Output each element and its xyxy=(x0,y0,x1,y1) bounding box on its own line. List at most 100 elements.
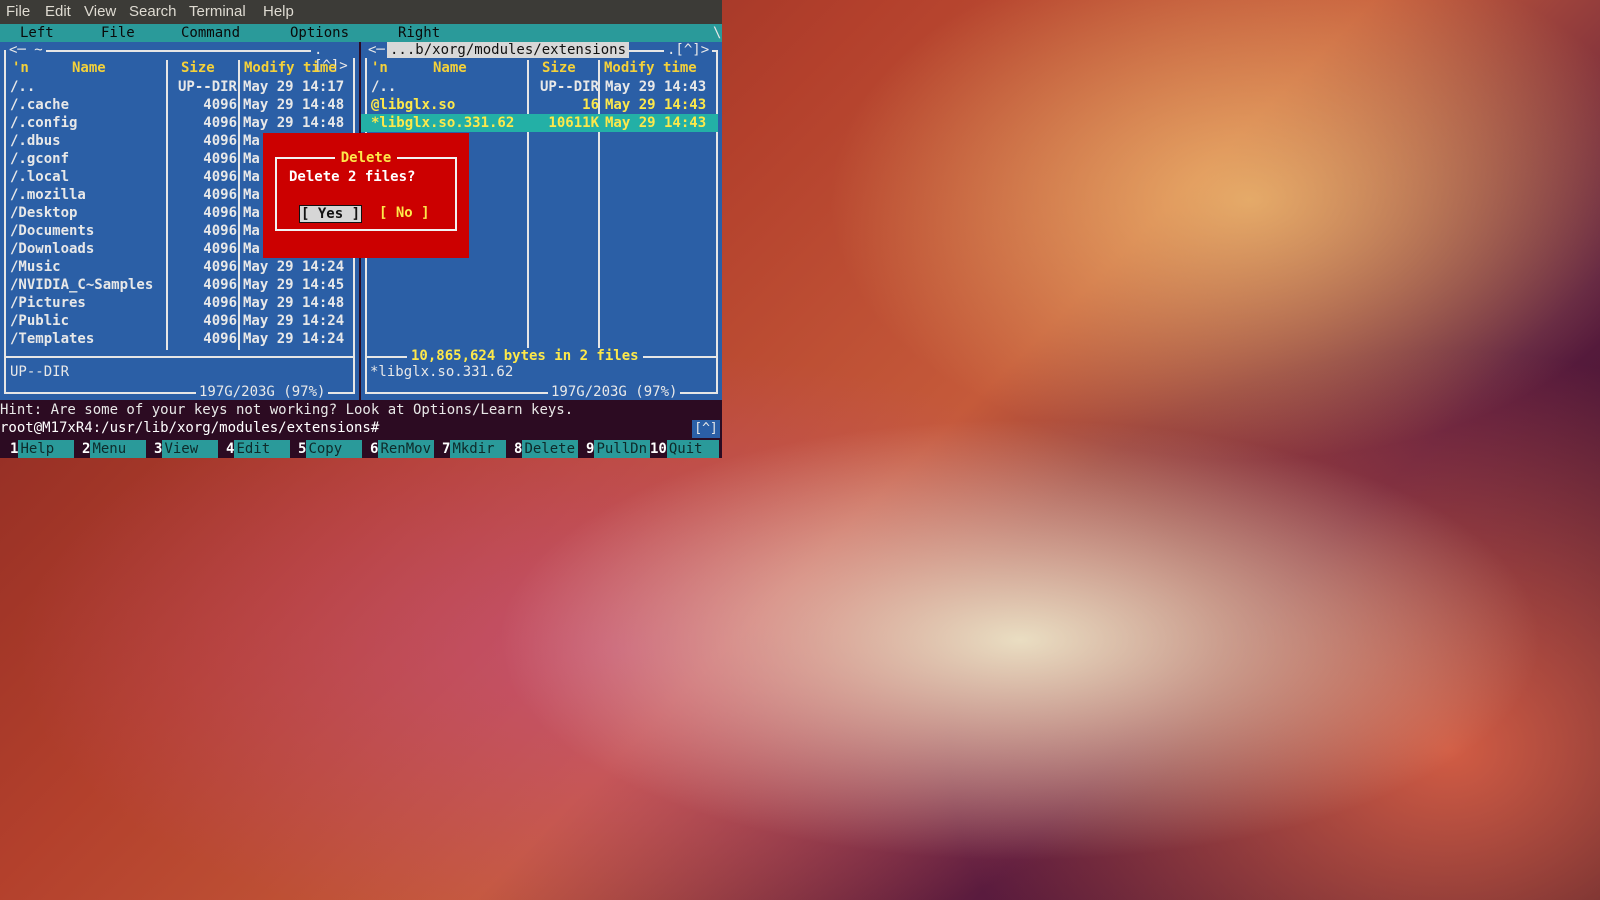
fkey-edit[interactable]: 4 Edit xyxy=(226,440,291,458)
column-header-mtime[interactable]: Modify time xyxy=(604,60,697,76)
column-header-name[interactable]: Name xyxy=(433,60,467,76)
file-row[interactable]: /.cache 4096 May 29 14:48 xyxy=(0,96,355,114)
column-header-mtime[interactable]: Modify time xyxy=(244,60,337,76)
file-size: 10611K xyxy=(548,115,599,131)
fkey-label: PullDn xyxy=(594,440,651,458)
file-name: /.gconf xyxy=(10,151,70,167)
file-row[interactable]: /NVIDIA_C~Samples 4096 May 29 14:45 xyxy=(0,276,355,294)
fkey-number: 1 xyxy=(10,441,19,457)
file-mtime: Ma xyxy=(243,151,260,167)
yes-button[interactable]: [ Yes ] xyxy=(299,205,363,223)
fkey-label: Quit xyxy=(666,440,719,458)
fkey-label: View xyxy=(162,440,219,458)
file-mtime: Ma xyxy=(243,205,260,221)
right-panel-arrow: <─ xyxy=(365,42,388,58)
file-mtime: May 29 14:24 xyxy=(243,313,345,329)
menu-search[interactable]: Search xyxy=(129,3,177,20)
file-row[interactable]: /.config 4096 May 29 14:48 xyxy=(0,114,355,132)
file-mtime: May 29 14:48 xyxy=(243,97,345,113)
delete-dialog: Delete Delete 2 files? [ Yes ] [ No ] xyxy=(263,133,469,258)
fkey-number: 4 xyxy=(226,441,235,457)
fkey-quit[interactable]: 10 Quit xyxy=(650,440,719,458)
left-panel-history[interactable]: .[^]> xyxy=(311,42,359,74)
file-mtime: Ma xyxy=(243,187,260,203)
file-mtime: May 29 14:43 xyxy=(605,79,707,95)
fkey-label: Menu xyxy=(90,440,147,458)
left-status-line: UP--DIR xyxy=(10,364,70,380)
file-mtime: May 29 14:43 xyxy=(605,97,707,113)
file-mtime: May 29 14:45 xyxy=(243,277,345,293)
fkey-number: 9 xyxy=(586,441,595,457)
fkey-number: 3 xyxy=(154,441,163,457)
fkey-number: 7 xyxy=(442,441,451,457)
file-name: *libglx.so.331.62 xyxy=(371,115,515,131)
mc-menu-left[interactable]: Left xyxy=(20,25,54,41)
file-size: 4096 xyxy=(203,259,237,275)
sort-indicator[interactable]: 'n xyxy=(371,60,388,76)
mc-menubar: Left File Command Options Right \ xyxy=(0,24,722,42)
right-panel-history[interactable]: .[^]> xyxy=(664,42,713,58)
menu-help[interactable]: Help xyxy=(263,3,294,20)
fkey-delete[interactable]: 8 Delete xyxy=(514,440,579,458)
mini-status-divider xyxy=(4,356,355,358)
menu-terminal[interactable]: Terminal xyxy=(189,3,246,20)
file-size: 4096 xyxy=(203,169,237,185)
no-button[interactable]: [ No ] xyxy=(379,205,430,221)
fkey-help[interactable]: 1 Help xyxy=(10,440,75,458)
file-name: /Pictures xyxy=(10,295,86,311)
command-history-button[interactable]: [^] xyxy=(692,420,720,438)
file-mtime: May 29 14:24 xyxy=(243,259,345,275)
file-name: /.cache xyxy=(10,97,70,113)
fkey-label: Copy xyxy=(306,440,363,458)
fkey-number: 10 xyxy=(650,441,667,457)
column-header-size[interactable]: Size xyxy=(542,60,576,76)
file-row[interactable]: *libglx.so.331.62 10611K May 29 14:43 xyxy=(361,114,718,132)
file-mtime: May 29 14:17 xyxy=(243,79,345,95)
menu-view[interactable]: View xyxy=(84,3,116,20)
menu-edit[interactable]: Edit xyxy=(45,3,71,20)
file-row[interactable]: /Templates 4096 May 29 14:24 xyxy=(0,330,355,348)
file-mtime: May 29 14:48 xyxy=(243,295,345,311)
file-row[interactable]: @libglx.so 16 May 29 14:43 xyxy=(361,96,718,114)
file-size: 4096 xyxy=(203,331,237,347)
mc-menu-file[interactable]: File xyxy=(101,25,135,41)
file-row[interactable]: /.. UP--DIR May 29 14:17 xyxy=(0,78,355,96)
file-name: /.config xyxy=(10,115,78,131)
file-row[interactable]: /Pictures 4096 May 29 14:48 xyxy=(0,294,355,312)
file-name: /Music xyxy=(10,259,61,275)
fkey-mkdir[interactable]: 7 Mkdir xyxy=(442,440,507,458)
file-mtime: May 29 14:24 xyxy=(243,331,345,347)
mc-menu-options[interactable]: Options xyxy=(290,25,349,41)
file-row[interactable]: /Music 4096 May 29 14:24 xyxy=(0,258,355,276)
right-disk-usage: 197G/203G (97%) xyxy=(548,384,681,400)
mc-menu-command[interactable]: Command xyxy=(181,25,240,41)
file-size: 4096 xyxy=(203,151,237,167)
file-name: /.local xyxy=(10,169,70,185)
shell-prompt[interactable]: root@M17xR4:/usr/lib/xorg/modules/extens… xyxy=(0,420,379,436)
mc-menu-right[interactable]: Right xyxy=(398,25,440,41)
file-size: 4096 xyxy=(203,187,237,203)
fkey-view[interactable]: 3 View xyxy=(154,440,219,458)
file-size: 4096 xyxy=(203,97,237,113)
file-row[interactable]: /Public 4096 May 29 14:24 xyxy=(0,312,355,330)
right-panel-path: ...b/xorg/modules/extensions xyxy=(387,42,630,58)
file-mtime: Ma xyxy=(243,223,260,239)
fkey-number: 5 xyxy=(298,441,307,457)
file-mtime: Ma xyxy=(243,169,260,185)
file-row[interactable]: /.. UP--DIR May 29 14:43 xyxy=(361,78,718,96)
file-name: /.. xyxy=(371,79,397,95)
sort-indicator[interactable]: 'n xyxy=(12,60,29,76)
fkey-renmov[interactable]: 6 RenMov xyxy=(370,440,435,458)
column-header-size[interactable]: Size xyxy=(181,60,215,76)
fkey-pulldn[interactable]: 9 PullDn xyxy=(586,440,651,458)
file-name: /.dbus xyxy=(10,133,61,149)
file-name: /Documents xyxy=(10,223,95,239)
file-name: @libglx.so xyxy=(371,97,456,113)
fkey-menu[interactable]: 2 Menu xyxy=(82,440,147,458)
menu-file[interactable]: File xyxy=(6,3,30,20)
fkey-number: 6 xyxy=(370,441,379,457)
fkey-label: Help xyxy=(18,440,75,458)
file-size: 4096 xyxy=(203,133,237,149)
column-header-name[interactable]: Name xyxy=(72,60,106,76)
fkey-copy[interactable]: 5 Copy xyxy=(298,440,363,458)
